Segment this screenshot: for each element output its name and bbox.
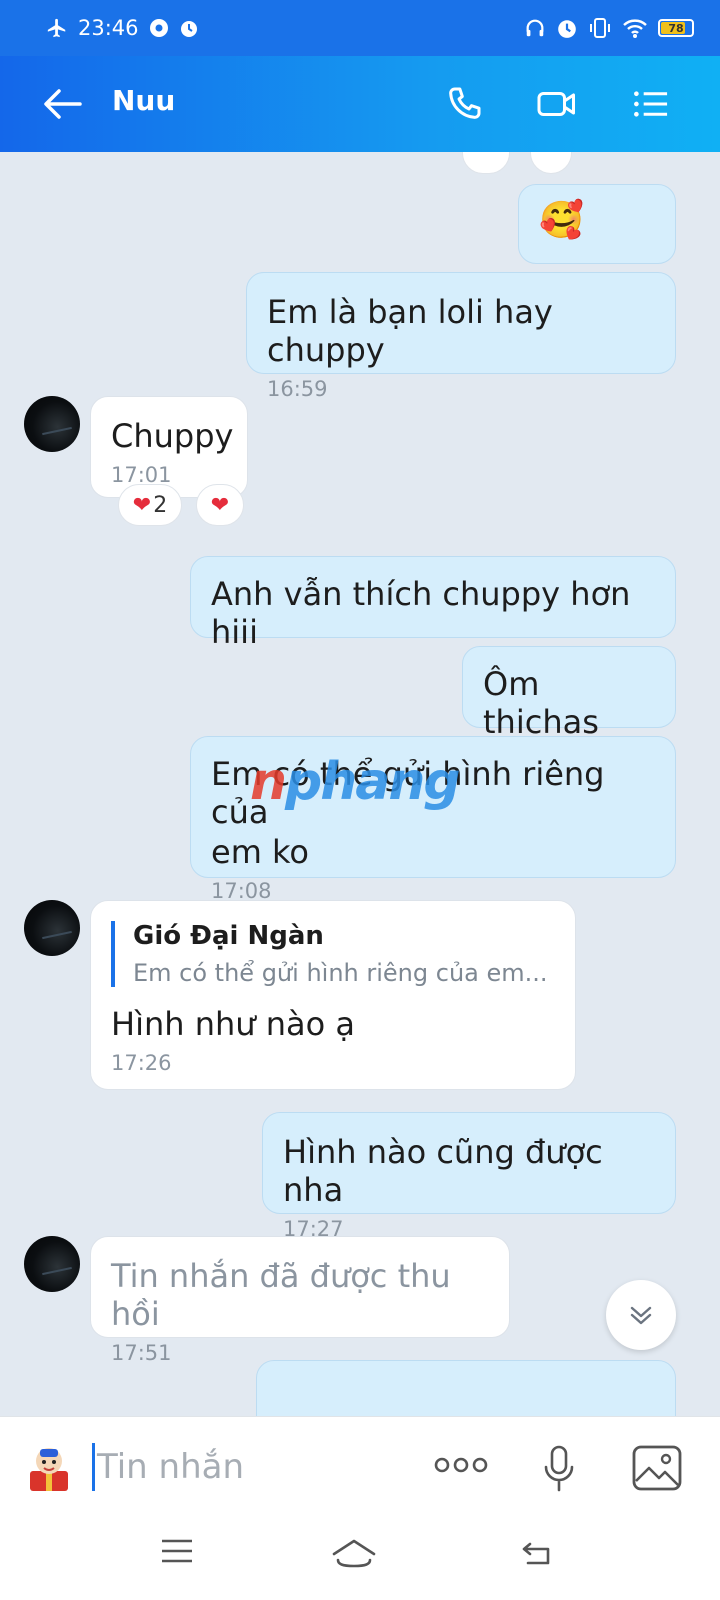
quoted-message-text: Em có thể gửi hình riêng của em... (133, 959, 548, 987)
vibrate-icon (590, 18, 610, 38)
chrome-icon (149, 19, 168, 37)
message-bubble-sent[interactable]: Em là bạn loli hay chuppy 16:59 (246, 272, 676, 401)
chat-header: Nuu (0, 56, 720, 152)
contact-name[interactable]: Nuu (112, 84, 175, 117)
back-nav-icon[interactable] (520, 1538, 556, 1568)
reaction-count: 2 (153, 492, 168, 518)
message-time: 17:01 (111, 463, 172, 487)
contact-avatar[interactable] (24, 900, 80, 956)
wifi-icon (623, 19, 647, 38)
contact-avatar[interactable] (24, 396, 80, 452)
message-bubble-sent[interactable]: Anh vẫn thích chuppy hơn hiii (190, 556, 676, 651)
recent-apps-icon[interactable] (160, 1538, 194, 1564)
quoted-sender-name: Gió Đại Ngàn (133, 921, 324, 951)
contact-avatar[interactable] (24, 1236, 80, 1292)
alarm-icon (558, 20, 576, 38)
add-reaction-button[interactable]: ❤ (196, 484, 244, 526)
battery-icon: 78 (658, 19, 694, 37)
heart-icon: ❤ (132, 492, 152, 518)
reaction-count-chip[interactable]: ❤ 2 (118, 484, 182, 526)
message-text-line: em ko (211, 833, 309, 871)
quoted-reply[interactable]: Gió Đại Ngàn Em có thể gửi hình riêng củ… (111, 921, 555, 987)
message-bubble-sent[interactable]: 🥰 (518, 184, 676, 264)
status-bar: 23:46 78 (0, 0, 720, 56)
message-text: Em là bạn loli hay chuppy (267, 293, 553, 369)
heart-icon: ❤ (210, 492, 230, 518)
text-cursor (92, 1443, 95, 1491)
double-chevron-down-icon (630, 1306, 652, 1325)
image-gallery-icon[interactable] (632, 1445, 682, 1491)
more-options-icon[interactable] (434, 1453, 488, 1477)
system-nav-bar (0, 1516, 720, 1600)
message-time: 16:59 (267, 377, 328, 401)
message-bubble-sent[interactable]: Hình nào cũng được nha 17:27 (262, 1112, 676, 1241)
message-time: 17:26 (111, 1051, 172, 1075)
back-arrow-icon[interactable] (42, 86, 82, 122)
message-bubble-sent[interactable]: Ôm thichas (462, 646, 676, 741)
phone-call-icon[interactable] (444, 84, 484, 124)
chat-messages[interactable]: 🥰 Em là bạn loli hay chuppy 16:59 Chuppy… (0, 152, 720, 1416)
message-text: Hình như nào ạ (111, 1005, 355, 1043)
headphones-icon (526, 19, 544, 37)
message-text: Anh vẫn thích chuppy hơn hiii (211, 575, 631, 651)
scroll-to-bottom-button[interactable] (606, 1280, 676, 1350)
status-time: 23:46 (78, 16, 139, 40)
message-input-placeholder: Tin nhắn (97, 1447, 245, 1487)
message-bubble-sent[interactable] (256, 1360, 676, 1416)
sticker-icon[interactable] (24, 1441, 74, 1493)
message-text: Ôm thichas (483, 665, 599, 741)
message-text: Hình nào cũng được nha (283, 1133, 603, 1209)
video-call-icon[interactable] (536, 84, 578, 124)
emoji-smiling-hearts: 🥰 (539, 200, 584, 241)
watermark-logo: nphang (250, 752, 461, 812)
menu-list-icon[interactable] (632, 84, 670, 124)
message-bubble-received[interactable]: Gió Đại Ngàn Em có thể gửi hình riêng củ… (90, 900, 576, 1090)
reaction-chip[interactable] (462, 152, 510, 174)
message-bubble-recalled[interactable]: Tin nhắn đã được thu hồi 17:51 (90, 1236, 510, 1365)
home-icon[interactable] (330, 1538, 378, 1568)
reaction-chip[interactable] (530, 152, 572, 174)
alarm-icon (180, 21, 197, 37)
battery-level: 78 (668, 21, 684, 35)
message-input[interactable]: Tin nhắn (92, 1441, 392, 1493)
airplane-mode-icon (47, 18, 66, 38)
microphone-icon[interactable] (542, 1445, 576, 1493)
message-text: Chuppy (111, 417, 234, 455)
message-bubble-received[interactable]: Chuppy 17:01 (90, 396, 248, 498)
recalled-message-text: Tin nhắn đã được thu hồi (111, 1257, 451, 1333)
message-input-bar: Tin nhắn (0, 1416, 720, 1516)
